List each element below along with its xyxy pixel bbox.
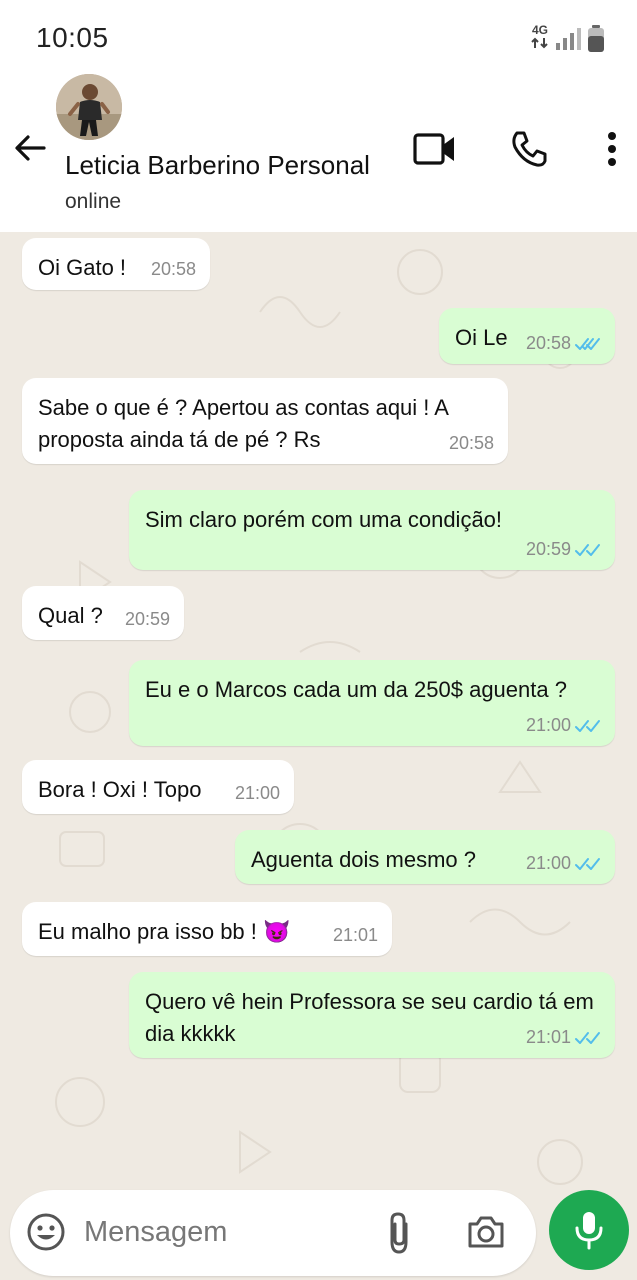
message-outgoing-8[interactable]: Aguenta dois mesmo ? 21:00: [235, 830, 615, 884]
message-incoming-9[interactable]: Eu malho pra isso bb ! 😈 21:01: [22, 902, 392, 956]
message-meta: 20:58: [151, 259, 196, 280]
more-options-icon: [608, 132, 616, 166]
chat-area[interactable]: Oi Gato ! 20:58 Oi Le 20:58 Sabe o que é…: [0, 232, 637, 1280]
message-time: 21:00: [234, 783, 280, 803]
video-call-button[interactable]: [410, 124, 460, 174]
message-text: Eu malho pra isso bb ! 😈: [38, 919, 291, 944]
read-ticks-icon: [575, 543, 600, 556]
more-options-button[interactable]: [594, 124, 630, 174]
phone-icon: [512, 131, 547, 167]
message-time: 21:01: [525, 1027, 571, 1047]
message-outgoing-6[interactable]: Eu e o Marcos cada um da 250$ aguenta ? …: [129, 660, 615, 746]
message-text: Eu e o Marcos cada um da 250$ aguenta ?: [145, 677, 567, 702]
chat-header: Leticia Barberino Personal online: [0, 66, 637, 232]
back-arrow-icon: [15, 135, 46, 161]
camera-icon[interactable]: [466, 1214, 506, 1250]
message-meta: 21:01: [526, 1027, 601, 1048]
message-meta: 20:59: [125, 609, 170, 630]
battery-icon: [588, 25, 604, 52]
contact-name[interactable]: Leticia Barberino Personal: [65, 150, 370, 181]
read-ticks-icon: [575, 857, 600, 870]
message-meta: 21:00: [526, 853, 601, 874]
network-label: 4G: [531, 23, 548, 37]
message-text: Sabe o que é ? Apertou as contas aqui ! …: [38, 395, 448, 452]
message-composer[interactable]: Mensagem: [10, 1190, 536, 1276]
message-incoming-3[interactable]: Sabe o que é ? Apertou as contas aqui ! …: [22, 378, 508, 464]
message-incoming-5[interactable]: Qual ? 20:59: [22, 586, 184, 640]
message-time: 21:00: [525, 853, 571, 873]
contact-status: online: [65, 190, 122, 213]
message-text: Sim claro porém com uma condição!: [145, 507, 503, 532]
message-meta: 20:59: [526, 539, 601, 560]
message-time: 20:58: [448, 433, 494, 453]
avatar-image: [56, 74, 122, 140]
message-outgoing-2[interactable]: Oi Le 20:58: [439, 308, 615, 364]
signal-icon: [556, 28, 581, 50]
message-meta: 21:00: [235, 783, 280, 804]
message-time: 20:59: [124, 609, 170, 629]
message-incoming-7[interactable]: Bora ! Oxi ! Topo 21:00: [22, 760, 294, 814]
read-ticks-icon: [575, 719, 600, 732]
voice-message-button[interactable]: [549, 1190, 629, 1270]
message-outgoing-4[interactable]: Sim claro porém com uma condição! 20:59: [129, 490, 615, 570]
message-time: 21:01: [332, 925, 378, 945]
message-meta: 20:58: [526, 333, 601, 354]
microphone-icon: [575, 1212, 603, 1250]
message-incoming-1[interactable]: Oi Gato ! 20:58: [22, 238, 210, 290]
message-time: 20:59: [525, 539, 571, 559]
video-call-icon: [413, 133, 454, 165]
message-input[interactable]: Mensagem: [84, 1216, 227, 1249]
contact-avatar[interactable]: [56, 74, 122, 140]
message-outgoing-10[interactable]: Quero vê hein Professora se seu cardio t…: [129, 972, 615, 1058]
read-ticks-icon: [575, 1031, 600, 1044]
back-button[interactable]: [10, 128, 50, 168]
read-ticks-icon: [575, 337, 600, 350]
data-arrows-icon: [531, 37, 548, 49]
status-icons: 4G: [531, 24, 605, 54]
attach-icon[interactable]: [384, 1210, 414, 1256]
message-meta: 21:00: [526, 715, 601, 736]
status-bar: 10:05 4G: [0, 0, 637, 66]
emoji-icon[interactable]: [26, 1212, 66, 1252]
message-time: 20:58: [150, 259, 196, 279]
message-meta: 20:58: [449, 433, 494, 454]
network-indicator: 4G: [531, 24, 549, 54]
message-time: 21:00: [525, 715, 571, 735]
message-meta: 21:01: [333, 925, 378, 946]
status-time: 10:05: [36, 22, 109, 53]
message-time: 20:58: [525, 333, 571, 353]
voice-call-button[interactable]: [504, 124, 554, 174]
